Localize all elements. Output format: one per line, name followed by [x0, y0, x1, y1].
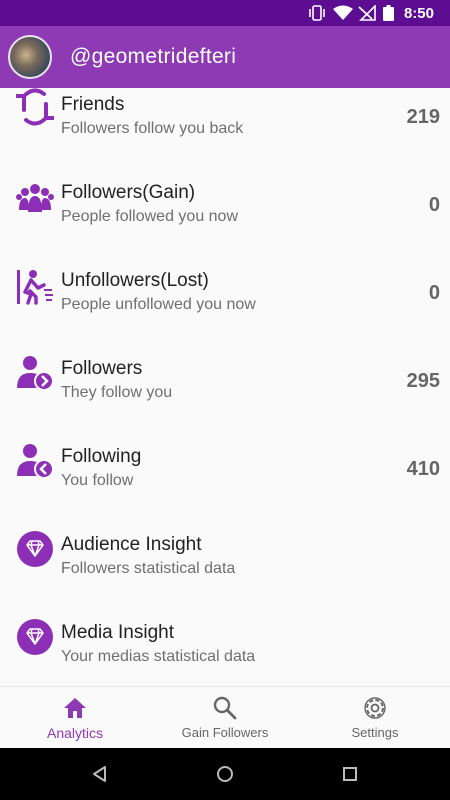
nav-label: Analytics — [46, 725, 104, 741]
person-arrow-in-icon — [17, 356, 54, 391]
row-title: Following — [61, 446, 142, 467]
row-title: Followers(Gain) — [61, 182, 196, 203]
group-icon — [16, 184, 54, 212]
profile-avatar[interactable] — [8, 35, 52, 79]
status-bar: 8:50 — [0, 0, 450, 26]
row-title: Followers — [61, 358, 143, 379]
nav-gain-followers[interactable]: Gain Followers — [150, 687, 300, 749]
running-person-icon — [17, 270, 53, 305]
row-subtitle: Followers statistical data — [61, 560, 236, 577]
recents-icon[interactable] — [341, 765, 359, 783]
back-icon[interactable] — [91, 765, 109, 783]
row-count: 219 — [406, 106, 440, 128]
diamond-icon — [17, 531, 53, 567]
row-count: 295 — [406, 370, 440, 392]
sync-icon — [16, 88, 54, 126]
list-item-friends[interactable]: Friends Followers follow you back 219 — [0, 88, 450, 168]
username-title: @geometridefteri — [70, 45, 237, 68]
row-title: Unfollowers(Lost) — [61, 270, 209, 291]
analytics-list: Friends Followers follow you back 219 Fo… — [0, 88, 450, 686]
list-item-following[interactable]: Following You follow 410 — [0, 432, 450, 520]
gear-icon — [364, 697, 386, 719]
row-subtitle: You follow — [61, 472, 134, 489]
system-nav-bar — [0, 748, 450, 800]
list-item-followers[interactable]: Followers They follow you 295 — [0, 344, 450, 432]
person-arrow-out-icon — [17, 444, 54, 479]
row-title: Audience Insight — [61, 534, 202, 555]
nav-label: Gain Followers — [181, 725, 269, 740]
row-subtitle: They follow you — [61, 384, 173, 401]
vibrate-icon — [309, 5, 325, 21]
status-time: 8:50 — [403, 5, 434, 22]
row-count: 0 — [428, 194, 440, 216]
nav-settings[interactable]: Settings — [300, 687, 450, 749]
list-item-followers-gain[interactable]: Followers(Gain) People followed you now … — [0, 168, 450, 256]
row-subtitle: People unfollowed you now — [61, 296, 256, 313]
battery-icon — [383, 5, 394, 21]
row-subtitle: Your medias statistical data — [61, 648, 256, 665]
row-title: Media Insight — [61, 622, 175, 643]
row-title: Friends — [61, 94, 125, 115]
list-item-unfollowers-lost[interactable]: Unfollowers(Lost) People unfollowed you … — [0, 256, 450, 344]
row-count: 410 — [406, 458, 440, 480]
wifi-icon — [333, 5, 353, 20]
row-subtitle: People followed you now — [61, 208, 239, 225]
home-icon — [64, 698, 86, 718]
list-item-media-insight[interactable]: Media Insight Your medias statistical da… — [0, 608, 450, 686]
no-signal-icon — [358, 5, 376, 21]
list-item-audience-insight[interactable]: Audience Insight Followers statistical d… — [0, 520, 450, 608]
app-bar: @geometridefteri — [0, 26, 450, 88]
nav-label: Settings — [351, 725, 399, 740]
search-icon — [213, 696, 237, 720]
nav-analytics[interactable]: Analytics — [0, 687, 150, 749]
row-subtitle: Followers follow you back — [61, 120, 244, 137]
row-count: 0 — [428, 282, 440, 304]
home-circle-icon[interactable] — [215, 765, 235, 783]
diamond-icon — [17, 619, 53, 655]
bottom-navigation: Analytics Gain Followers Settings — [0, 686, 450, 749]
